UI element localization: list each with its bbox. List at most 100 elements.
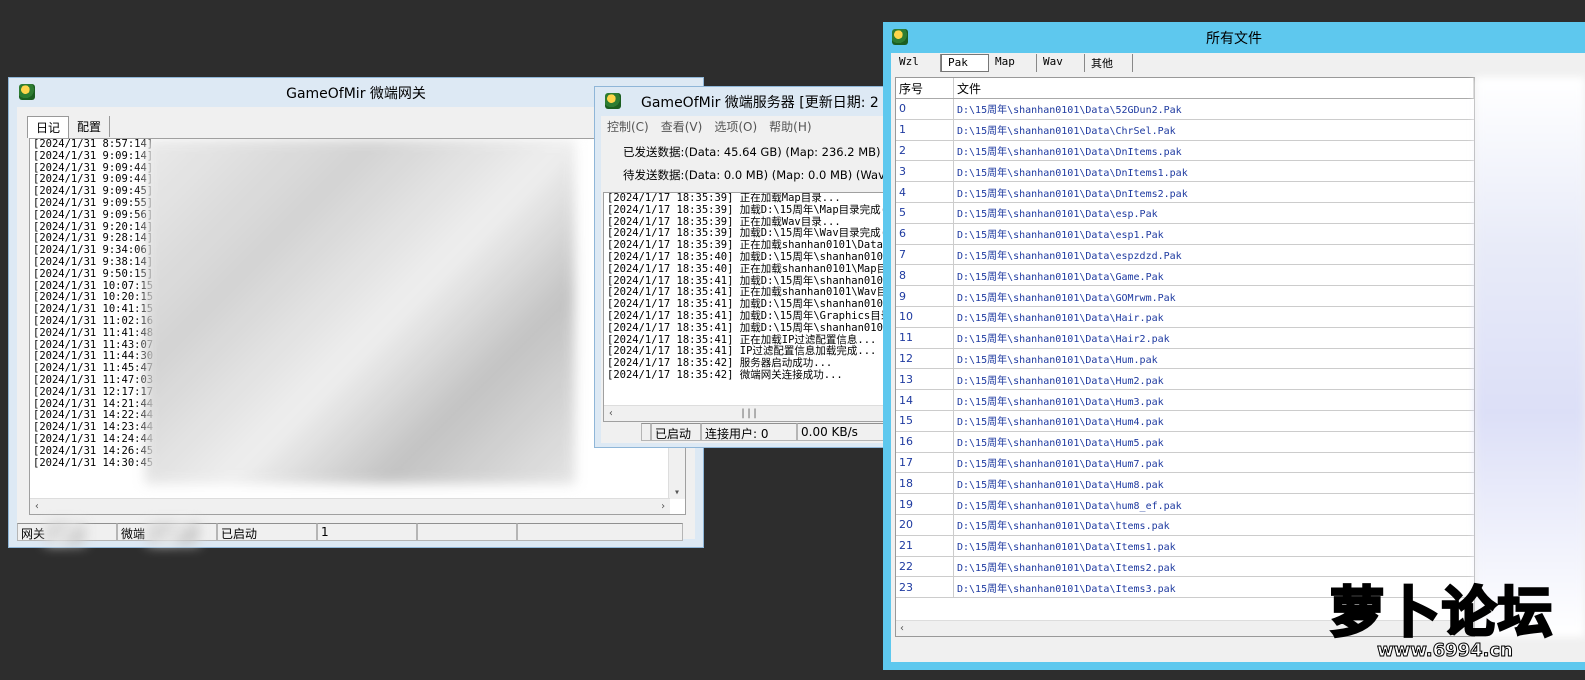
table-row[interactable]: 15 D:\15周年\shanhan0101\Data\Hum4.pak [896,410,1474,432]
row-index: 9 [896,286,954,306]
table-row[interactable]: 1 D:\15周年\shanhan0101\Data\ChrSel.Pak [896,119,1474,141]
row-index: 0 [896,99,954,119]
tab-wav[interactable]: Wav [1037,54,1085,72]
table-row[interactable]: 13 D:\15周年\shanhan0101\Data\Hum2.pak [896,369,1474,391]
log-line: [2024/1/17 18:35:40] 正在加载shanhan0101\Map… [607,262,893,275]
files-grid[interactable]: 序号 文件 0 D:\15周年\shanhan0101\Data\52GDun2.… [895,77,1475,637]
row-index: 3 [896,161,954,182]
table-row[interactable]: 6 D:\15周年\shanhan0101\Data\esp1.Pak [896,223,1474,245]
row-index: 11 [896,327,954,348]
row-index: 6 [896,223,954,244]
row-path: D:\15周年\shanhan0101\Data\Items.pak [957,521,1170,533]
tab-log[interactable]: 日记 [27,116,70,138]
gateway-log[interactable]: [2024/1/31 8:57:14] [2024/1/31 9:09:14] [2… [29,138,686,515]
row-path: D:\15周年\shanhan0101\Data\Hum.pak [957,354,1158,366]
gateway-title: GameOfMir 微端网关 [286,85,426,102]
row-path: D:\15周年\shanhan0101\Data\ChrSel.Pak [957,126,1176,138]
table-row[interactable]: 14 D:\15周年\shanhan0101\Data\Hum3.pak [896,390,1474,411]
col-index[interactable]: 序号 [896,78,954,98]
server-title: GameOfMir 微端服务器 [更新日期: 2 [641,94,879,111]
tab-other[interactable]: 其他 [1085,54,1133,72]
table-row[interactable]: 12 D:\15周年\shanhan0101\Data\Hum.pak [896,348,1474,370]
redacted-side [1475,77,1585,637]
menu-options[interactable]: 选项(O) [714,118,757,135]
gateway-statusbar: 网关 微端 已启动 1 [17,523,683,541]
tab-wzl[interactable]: Wzl [893,54,941,72]
row-path: D:\15周年\shanhan0101\Data\esp1.Pak [957,230,1164,242]
chevron-down-icon: ▾ [673,487,681,499]
chevron-left-icon: ‹ [608,407,615,419]
table-row[interactable]: 5 D:\15周年\shanhan0101\Data\esp.Pak [896,202,1474,224]
menu-help[interactable]: 帮助(H) [769,118,811,135]
table-row[interactable]: 7 D:\15周年\shanhan0101\Data\espzdzd.Pak [896,244,1474,266]
table-row[interactable]: 9 D:\15周年\shanhan0101\Data\GOMrwm.Pak [896,286,1474,307]
row-path: D:\15周年\shanhan0101\Data\Hum8.pak [957,479,1164,491]
row-index: 14 [896,390,954,410]
col-file[interactable]: 文件 [954,78,1474,98]
chevron-right-icon: › [659,500,666,512]
row-index: 15 [896,410,954,431]
pending-data: 待发送数据:(Data: 0.0 MB) (Map: 0.0 MB) (Wav: [623,168,889,182]
server-log[interactable]: [2024/1/17 18:35:39] 正在加载Map目录... [2024/1… [603,192,893,422]
menu-view[interactable]: 查看(V) [661,118,703,135]
table-row[interactable]: 20 D:\15周年\shanhan0101\Data\Items.pak [896,514,1474,536]
files-tabs: Wzl Pak Map Wav 其他 [893,54,1133,72]
status-empty-2 [517,523,683,541]
tab-config[interactable]: 配置 [69,116,111,137]
row-index: 1 [896,119,954,140]
table-row[interactable]: 19 D:\15周年\shanhan0101\Data\hum8_ef.pak [896,494,1474,515]
row-path: D:\15周年\shanhan0101\Data\Hum7.pak [957,458,1164,470]
tab-pak[interactable]: Pak [941,54,989,72]
table-row[interactable]: 21 D:\15周年\shanhan0101\Data\Items1.pak [896,535,1474,557]
files-titlebar[interactable]: 所有文件 [883,22,1585,53]
table-row[interactable]: 18 D:\15周年\shanhan0101\Data\Hum8.pak [896,473,1474,495]
log-line: [2024/1/17 18:35:40] 加载D:\15周年\shanhan01… [607,250,893,263]
menu-control[interactable]: 控制(C) [607,118,649,135]
server-client: 控制(C) 查看(V) 选项(O) 帮助(H) 已发送数据:(Data: 45.… [601,116,895,443]
row-index: 2 [896,140,954,161]
table-row[interactable]: 16 D:\15周年\shanhan0101\Data\Hum5.pak [896,431,1474,453]
row-path: D:\15周年\shanhan0101\Data\52GDun2.Pak [957,105,1182,117]
redacted-status-2 [147,521,199,545]
server-titlebar[interactable]: GameOfMir 微端服务器 [更新日期: 2 [595,87,895,116]
table-row[interactable]: 3 D:\15周年\shanhan0101\Data\DnItems1.pak [896,161,1474,183]
tab-map[interactable]: Map [989,54,1037,72]
row-path: D:\15周年\shanhan0101\Data\Hum2.pak [957,375,1164,387]
watermark-url: www.6994.cn [1377,640,1514,662]
table-row[interactable]: 0 D:\15周年\shanhan0101\Data\52GDun2.Pak [896,99,1474,120]
row-index: 20 [896,514,954,535]
row-index: 19 [896,494,954,514]
row-index: 17 [896,452,954,473]
table-row[interactable]: 2 D:\15周年\shanhan0101\Data\DnItems.pak [896,140,1474,162]
status-empty-1 [417,523,517,541]
site-watermark: 萝卜论坛 www.6994.cn [1322,568,1582,668]
status-rate: 0.00 KB/s [797,423,893,441]
server-log-hscroll[interactable]: ‹|||› [604,405,892,421]
row-path: D:\15周年\shanhan0101\Data\Game.Pak [957,271,1164,283]
table-row[interactable]: 11 D:\15周年\shanhan0101\Data\Hair2.pak [896,327,1474,349]
table-row[interactable]: 4 D:\15周年\shanhan0101\Data\DnItems2.pak [896,182,1474,203]
log-line: [2024/1/17 18:35:42] 微端网关连接成功... [607,368,843,381]
table-row[interactable]: 8 D:\15周年\shanhan0101\Data\Game.Pak [896,265,1474,287]
row-path: D:\15周年\shanhan0101\Data\DnItems2.pak [957,188,1188,200]
row-path: D:\15周年\shanhan0101\Data\Hair.pak [957,313,1164,325]
log-line: [2024/1/17 18:35:39] 加载D:\15周年\Map目录完成( [607,203,887,216]
row-path: D:\15周年\shanhan0101\Data\Hum5.pak [957,438,1164,450]
row-index: 10 [896,306,954,327]
row-index: 7 [896,244,954,265]
row-index: 12 [896,348,954,369]
table-row[interactable]: 10 D:\15周年\shanhan0101\Data\Hair.pak [896,306,1474,328]
row-index: 8 [896,265,954,286]
row-index: 18 [896,473,954,494]
server-statusbar: 已启动 连接用户: 0 0.00 KB/s [641,423,893,441]
row-path: D:\15周年\shanhan0101\Data\Items2.pak [957,562,1176,574]
table-row[interactable]: 17 D:\15周年\shanhan0101\Data\Hum7.pak [896,452,1474,474]
redacted-status-1 [45,521,85,545]
gateway-log-hscroll[interactable]: ‹ › [30,498,670,514]
status-users: 连接用户: 0 [701,423,797,441]
status-empty [641,423,651,441]
row-index: 21 [896,535,954,556]
server-log-lines: [2024/1/17 18:35:39] 正在加载Map目录... [2024/1… [604,193,892,382]
row-index: 5 [896,202,954,223]
app-icon [892,29,908,45]
